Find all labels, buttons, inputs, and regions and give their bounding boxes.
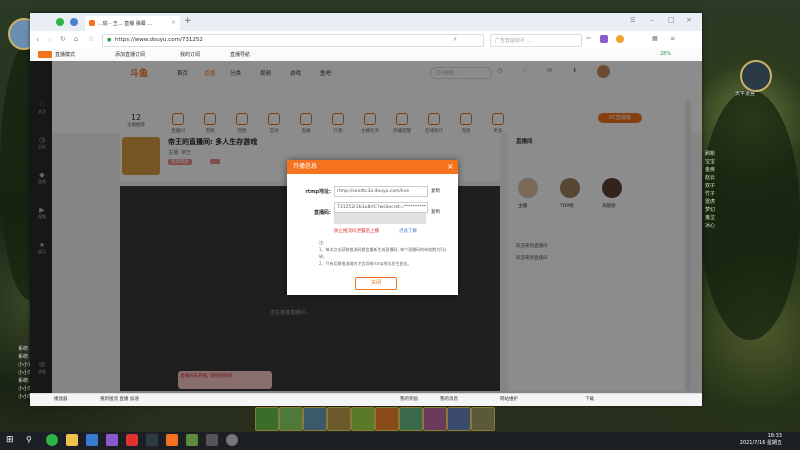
forward-icon[interactable]: ›	[48, 35, 51, 44]
status-item[interactable]: 我的奖励	[400, 396, 418, 402]
start-icon[interactable]: ⊞	[6, 435, 14, 445]
search-placeholder: 广告智能助手 ...	[495, 38, 532, 44]
browser-taskbar-icon[interactable]	[46, 434, 58, 446]
list-item: 赵云	[705, 175, 716, 181]
dialog-title: 开播信息	[293, 163, 318, 170]
tab-bar: ...偷 - 王... 直播 弹幕 ... × + ☰ – □ ×	[30, 13, 702, 31]
browser-window: ...偷 - 王... 直播 弹幕 ... × + ☰ – □ × ‹ › ↻ …	[30, 13, 702, 406]
list-item: 竹子	[705, 191, 716, 197]
url-text: https://www.douyu.com/731252	[115, 37, 203, 43]
obs-taskbar-icon[interactable]	[226, 434, 238, 446]
dialog-notes: 注: 1、每次点击获取推流码都会重新生成直播码, 每个直播码的有效期为5分钟。 …	[319, 239, 449, 267]
extension-purple-icon[interactable]	[600, 35, 608, 43]
menu-icon[interactable]: ☰	[630, 17, 635, 24]
extension-orange-icon[interactable]	[616, 35, 624, 43]
list-item: 宝宝	[705, 159, 716, 165]
back-icon[interactable]: ‹	[36, 35, 39, 44]
learn-more-link[interactable]: 点此了解	[399, 228, 417, 234]
stream-code-mask	[334, 213, 426, 224]
status-item[interactable]: 网站维护	[500, 396, 518, 402]
new-tab-button[interactable]: +	[184, 16, 192, 26]
search-icon[interactable]: ⚲	[26, 435, 32, 444]
skill-slot[interactable]	[471, 407, 495, 431]
maximize-button[interactable]: □	[668, 16, 675, 24]
douyu-taskbar-icon[interactable]	[166, 434, 178, 446]
status-item[interactable]: 下载	[585, 396, 594, 402]
steam-taskbar-icon[interactable]	[146, 434, 158, 446]
address-toolbar: ‹ › ↻ ⌂ ☆ ● https://www.douyu.com/731252…	[30, 31, 702, 50]
bookmark-item[interactable]: 直播模式	[55, 51, 75, 58]
copy-code-button[interactable]: 复制	[431, 209, 440, 215]
lock-icon: ●	[107, 37, 112, 43]
battery-indicator: 28%	[660, 51, 672, 57]
extension-icon[interactable]: ⚡	[453, 36, 457, 43]
douyu-favicon-icon	[89, 20, 95, 26]
stream-info-dialog: 开播信息 × rtmp地址: rtmp://sendtc3a.douyu.com…	[287, 160, 458, 295]
game-skill-bar	[175, 405, 645, 433]
tab-label: ...偷 - 王... 直播 弹幕 ...	[98, 21, 153, 27]
bookmark-item[interactable]: 添加直播订阅	[115, 51, 145, 58]
close-window-button[interactable]: ×	[686, 16, 692, 24]
list-item: 冰心	[705, 223, 716, 229]
list-item: 刷新	[705, 151, 716, 157]
tab-douyu[interactable]: ...偷 - 王... 直播 弹幕 ... ×	[85, 16, 180, 31]
skill-slot[interactable]	[351, 407, 375, 431]
bookmark-item[interactable]: 我的订阅	[180, 51, 200, 58]
skill-slot[interactable]	[447, 407, 471, 431]
favorite-star-icon[interactable]: ☆	[88, 35, 94, 43]
taskbar-clock[interactable]: 18:33 2021/7/16 星期五	[738, 433, 782, 446]
home-icon[interactable]: ⌂	[74, 35, 78, 43]
browser-logo-icon	[56, 18, 64, 26]
refresh-icon[interactable]: ↻	[60, 35, 66, 43]
sidebar-toggle-icon[interactable]	[70, 18, 78, 26]
list-item: 双子	[705, 183, 716, 189]
region-label: 天平道宫	[735, 91, 756, 97]
game-right-list: 刷新 宝宝 金疾 赵云 双子 竹子 雷虎 梦幻 鬼泣 冰心	[705, 150, 715, 230]
app-taskbar-icon[interactable]	[106, 434, 118, 446]
list-item: 鬼泣	[705, 215, 716, 221]
list-item: 梦幻	[705, 207, 716, 213]
app-taskbar-icon[interactable]	[126, 434, 138, 446]
note-line: 2、只有切换推流域名才会导致rtmp地址发生变化。	[319, 261, 412, 266]
search-field[interactable]: 广告智能助手 ...	[490, 34, 582, 47]
stream-code-label: 直播码:	[314, 210, 331, 216]
skill-slot[interactable]	[399, 407, 423, 431]
skill-slot[interactable]	[279, 407, 303, 431]
copy-rtmp-button[interactable]: 复制	[431, 188, 440, 194]
dialog-header: 开播信息 ×	[287, 160, 458, 174]
app-taskbar-icon[interactable]	[206, 434, 218, 446]
dialog-close-button[interactable]: ×	[447, 160, 454, 174]
minimize-button[interactable]: –	[650, 16, 654, 24]
skill-slot[interactable]	[303, 407, 327, 431]
refresh-code-link[interactable]: 防止推流码泄露后上播	[334, 228, 379, 234]
more-menu-icon[interactable]: ≡	[670, 35, 675, 42]
rtmp-label: rtmp地址:	[305, 189, 331, 195]
skill-slot[interactable]	[375, 407, 399, 431]
bookmark-item[interactable]: 直播导航	[230, 51, 250, 58]
game-taskbar-icon[interactable]	[186, 434, 198, 446]
rtmp-field[interactable]: rtmp://sendtc3a.douyu.com/live	[334, 186, 428, 197]
explorer-taskbar-icon[interactable]	[66, 434, 78, 446]
skill-slot[interactable]	[327, 407, 351, 431]
skill-slot[interactable]	[255, 407, 279, 431]
close-dialog-button[interactable]: 关闭	[355, 277, 397, 290]
status-item[interactable]: 我的消息	[440, 396, 458, 402]
clock-date: 2021/7/16 星期五	[739, 440, 782, 446]
stream-code-field[interactable]: 731252r2b3u8rtC?wsSecret=**********	[334, 202, 428, 213]
status-item[interactable]: 重新推流 直播 加速	[100, 396, 139, 402]
status-item[interactable]: 播放器	[54, 396, 68, 402]
skill-slot[interactable]	[423, 407, 447, 431]
minimap-icon[interactable]	[740, 60, 772, 92]
windows-taskbar: ⊞ ⚲ 18:33 2021/7/16 星期五	[0, 432, 800, 450]
list-item: 金疾	[705, 167, 716, 173]
douyu-logo-small-icon	[38, 51, 52, 58]
app-taskbar-icon[interactable]	[86, 434, 98, 446]
notes-title: 注:	[319, 240, 325, 245]
list-item: 雷虎	[705, 199, 716, 205]
url-field[interactable]: ● https://www.douyu.com/731252 ⚡	[102, 34, 484, 47]
tab-close-icon[interactable]: ×	[171, 19, 176, 26]
note-line: 1、每次点击获取推流码都会重新生成直播码, 每个直播码的有效期为5分钟。	[319, 247, 447, 259]
apps-grid-icon[interactable]: ▦	[652, 35, 658, 42]
scissors-icon[interactable]: ✂	[586, 35, 591, 42]
